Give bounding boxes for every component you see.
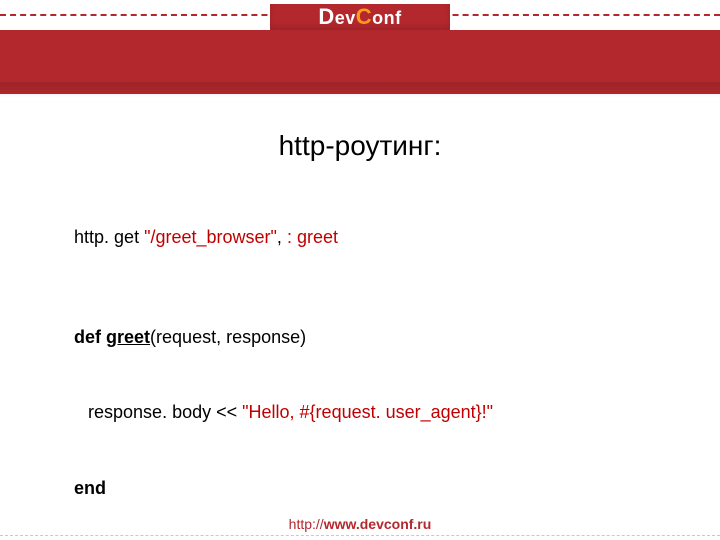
code-line-3: def greet(request, response) <box>44 300 676 376</box>
keyword-def: def <box>74 327 106 347</box>
code-text: response. body << <box>88 402 242 422</box>
footer-proto: http:// <box>289 516 324 532</box>
footer-url: http://www.devconf.ru <box>0 516 720 532</box>
footer-domain: www.devconf.ru <box>324 516 432 532</box>
code-line-1: http. get "/greet_browser", : greet <box>44 200 676 276</box>
brand-cap-d: D <box>318 4 334 30</box>
code-text: http. get <box>74 227 144 247</box>
brand-onf: onf <box>372 8 401 29</box>
brand-badge: DevConf <box>270 4 450 30</box>
string-literal: "Hello, #{request. user_agent}!" <box>242 402 493 422</box>
slide-title: http-роутинг: <box>0 130 720 162</box>
symbol-literal: : greet <box>287 227 338 247</box>
code-line-4: response. body << "Hello, #{request. use… <box>44 375 676 451</box>
string-literal: "/greet_browser" <box>144 227 277 247</box>
brand-text: DevConf <box>318 4 401 30</box>
brand-cap-c: C <box>356 4 372 30</box>
code-text: (request, response) <box>150 327 306 347</box>
footer-divider <box>0 535 720 536</box>
zigzag-banner <box>0 30 720 82</box>
code-block: http. get "/greet_browser", : greet def … <box>44 200 676 526</box>
code-line-5: end <box>44 451 676 527</box>
code-text: , <box>277 227 287 247</box>
blank-line <box>44 276 676 300</box>
slide: DevConf http-роутинг: http. get "/greet_… <box>0 0 720 540</box>
brand-ev: ev <box>335 8 356 29</box>
method-name: greet <box>106 327 150 347</box>
keyword-end: end <box>74 478 106 498</box>
